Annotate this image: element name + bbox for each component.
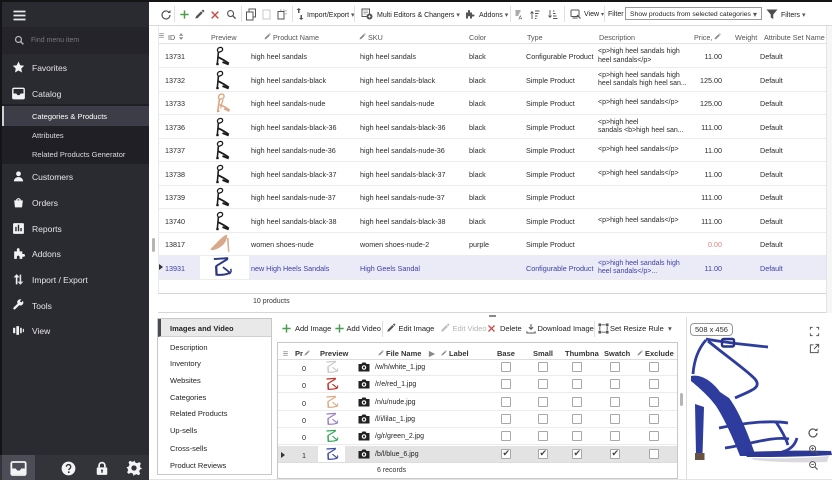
- svg-text:A: A: [519, 16, 523, 21]
